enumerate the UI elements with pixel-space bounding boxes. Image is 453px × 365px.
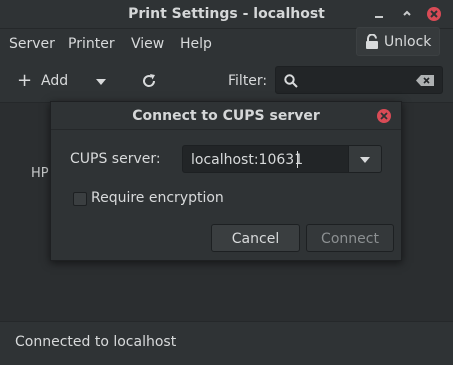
plus-icon: + (17, 70, 33, 91)
printer-item-label[interactable]: HP (31, 166, 49, 181)
status-bar: Connected to localhost (0, 321, 453, 365)
dialog-title: Connect to CUPS server (132, 108, 320, 124)
menu-help[interactable]: Help (180, 36, 212, 52)
unlock-button[interactable]: Unlock (356, 27, 440, 56)
close-window-icon[interactable] (426, 6, 442, 22)
unlock-label: Unlock (384, 34, 432, 50)
require-encryption-checkbox[interactable] (73, 192, 87, 206)
title-bar: Print Settings - localhost (0, 0, 453, 29)
menu-printer[interactable]: Printer (68, 36, 115, 52)
search-icon (284, 74, 298, 88)
chevron-down-icon[interactable] (96, 79, 106, 85)
add-label: Add (41, 73, 69, 89)
minimize-icon[interactable] (371, 6, 387, 22)
connect-dialog: Connect to CUPS server CUPS server: loca… (50, 101, 402, 261)
filter-input[interactable] (275, 66, 443, 94)
chevron-down-icon (360, 157, 370, 163)
cancel-button[interactable]: Cancel (211, 224, 300, 252)
add-button[interactable]: + Add (11, 67, 111, 95)
cups-server-combo[interactable]: localhost:10631 (182, 145, 382, 173)
cups-server-dropdown[interactable] (349, 145, 382, 173)
text-cursor (297, 151, 298, 168)
require-encryption-label[interactable]: Require encryption (91, 190, 224, 206)
maximize-icon[interactable] (399, 6, 415, 22)
lock-icon (366, 34, 378, 49)
menu-server[interactable]: Server (9, 36, 55, 52)
filter-label: Filter: (228, 73, 268, 89)
connect-button[interactable]: Connect (306, 224, 394, 252)
status-text: Connected to localhost (15, 334, 177, 350)
dialog-close-icon[interactable] (377, 109, 391, 123)
dialog-header: Connect to CUPS server (51, 102, 401, 130)
cups-server-label: CUPS server: (70, 151, 161, 167)
cups-server-input[interactable]: localhost:10631 (182, 145, 349, 173)
clear-icon[interactable] (416, 75, 434, 86)
refresh-icon[interactable] (140, 72, 158, 90)
menu-view[interactable]: View (131, 36, 164, 52)
cups-server-value: localhost:10631 (191, 152, 304, 168)
